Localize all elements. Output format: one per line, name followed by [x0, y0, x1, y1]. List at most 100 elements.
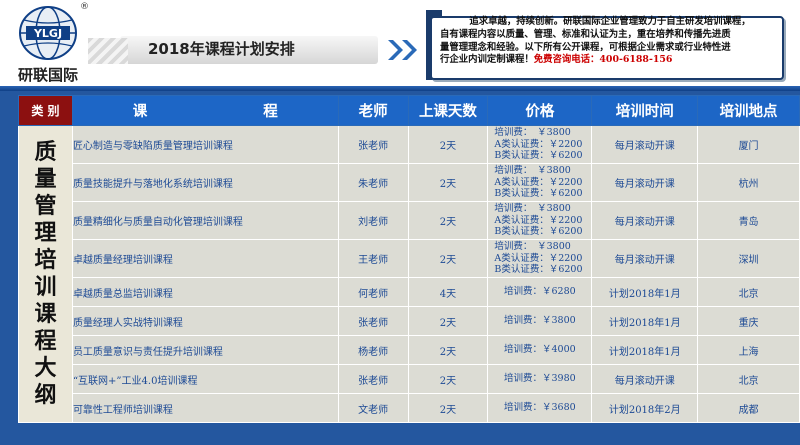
training-time: 每月滚动开课 — [591, 239, 699, 278]
course-name: 卓越质量总监培训课程 — [71, 277, 339, 307]
category-cell: 质量管理培训课程大纲 — [18, 125, 73, 423]
training-place: 上海 — [697, 335, 800, 365]
training-place: 厦门 — [697, 125, 800, 164]
notice-line: 量管理理念和经验。以下所有公开课程，可根据企业需求或行业特性进 — [440, 41, 731, 53]
price-line: 培训费：￥3800 — [504, 315, 576, 327]
teacher: 何老师 — [337, 277, 409, 307]
brand-name: 研联国际 — [18, 66, 79, 84]
price-line: 培训费：￥3980 — [504, 373, 576, 385]
training-place: 北京 — [697, 277, 800, 307]
training-place: 成都 — [697, 393, 800, 423]
price-line: 培训费： ￥3800 — [494, 203, 571, 215]
table-row: 质量管理培训课程大纲 匠心制造与零缺陷质量管理培训课程 张老师 2天 培训费： ￥380… — [18, 125, 800, 423]
logo-letters: YLGJ — [33, 27, 62, 40]
teacher: 张老师 — [337, 306, 409, 336]
header-place: 培训地点 — [697, 95, 800, 126]
price-line: 培训费： ￥3800 — [494, 127, 571, 139]
table-row: 员工质量意识与责任提升培训课程 杨老师 2天 培训费：￥4000 计划2018年1月 上海 — [19, 335, 800, 365]
course-name: 可靠性工程师培训课程 — [71, 393, 339, 423]
title-stripe-decoration — [88, 38, 128, 64]
training-time: 计划2018年1月 — [591, 335, 699, 365]
training-time: 计划2018年1月 — [591, 277, 699, 307]
training-place: 北京 — [697, 364, 800, 394]
days: 2天 — [407, 335, 489, 365]
training-time: 每月滚动开课 — [591, 201, 699, 240]
price-line: 培训费： ￥3800 — [494, 165, 571, 177]
header-teacher: 老师 — [337, 95, 409, 126]
teacher: 刘老师 — [337, 201, 409, 240]
price-line: A类认证费：￥2200 — [494, 252, 583, 264]
price-cell: 培训费：￥6280 — [487, 277, 593, 307]
training-place: 重庆 — [697, 306, 800, 336]
price-cell: 培训费： ￥3800 A类认证费：￥2200 B类认证费：￥6200 — [487, 125, 593, 164]
price-line: B类认证费：￥6200 — [494, 150, 583, 162]
page-title: 2018年课程计划安排 — [148, 40, 295, 58]
course-schedule-table: 类 别 课 程 老师 上课天数 价格 培训时间 培训地点 质量管理培训课程大纲匠… — [18, 95, 800, 423]
table-row: 卓越质量总监培训课程 何老师 4天 培训费：￥6280 计划2018年1月 北京 — [19, 277, 800, 307]
course-name: 员工质量意识与责任提升培训课程 — [71, 335, 339, 365]
table-header-row: 类 别 课 程 老师 上课天数 价格 培训时间 培训地点 — [18, 95, 800, 126]
registered-mark: ® — [80, 2, 89, 12]
notice-line-end: 行企业内训定制课程！ — [440, 54, 534, 66]
price-cell: 培训费：￥3800 — [487, 306, 593, 336]
table-row: 质量经理人实战特训课程 张老师 2天 培训费：￥3800 计划2018年1月 重庆 — [19, 306, 800, 336]
double-chevron-icon — [388, 40, 417, 60]
training-place: 深圳 — [697, 239, 800, 278]
course-name: 质量技能提升与落地化系统培训课程 — [71, 163, 339, 202]
days: 2天 — [407, 125, 489, 164]
notice-text: 追求卓越，持续创新。研联国际企业管理致力于自主研发培训课程， 自有课程内容以质量… — [440, 16, 780, 67]
price-line: A类认证费：￥2200 — [494, 138, 583, 150]
notice-line: 自有课程内容以质量、管理、标准和认证为主，重在培养和传播先进质 — [440, 28, 731, 40]
training-place: 青岛 — [697, 201, 800, 240]
page-header: YLGJ ® 研联国际 2018年课程计划安排 追求卓越，持续创新。研联国际企业… — [0, 0, 800, 91]
price-line: 培训费：￥4000 — [504, 344, 576, 356]
schedule-panel: 类 别 课 程 老师 上课天数 价格 培训时间 培训地点 质量管理培训课程大纲匠… — [0, 91, 800, 445]
header-course: 课 程 — [71, 95, 339, 126]
price-line: B类认证费：￥6200 — [494, 264, 583, 276]
table-row: 质量技能提升与落地化系统培训课程 朱老师 2天 培训费： ￥3800 A类认证费：￥22… — [19, 163, 800, 202]
days: 2天 — [407, 201, 489, 240]
training-time: 每月滚动开课 — [591, 125, 699, 164]
price-cell: 培训费：￥3680 — [487, 393, 593, 423]
training-time: 每月滚动开课 — [591, 364, 699, 394]
teacher: 张老师 — [337, 364, 409, 394]
table-row: “互联网+”工业4.0培训课程 张老师 2天 培训费：￥3980 每月滚动开课 北京 — [19, 364, 800, 394]
teacher: 文老师 — [337, 393, 409, 423]
course-name: 卓越质量经理培训课程 — [71, 239, 339, 278]
course-name: 质量经理人实战特训课程 — [71, 306, 339, 336]
teacher: 朱老师 — [337, 163, 409, 202]
table-row: 质量精细化与质量自动化管理培训课程 刘老师 2天 培训费： ￥3800 A类认证费：￥2… — [19, 201, 800, 240]
training-time: 计划2018年1月 — [591, 306, 699, 336]
price-line: B类认证费：￥6200 — [494, 188, 583, 200]
price-line: B类认证费：￥6200 — [494, 226, 583, 238]
table-row: 卓越质量经理培训课程 王老师 2天 培训费： ￥3800 A类认证费：￥2200 B类认证… — [19, 239, 800, 278]
price-cell: 培训费：￥4000 — [487, 335, 593, 365]
globe-icon: YLGJ — [19, 6, 77, 60]
course-name: 质量精细化与质量自动化管理培训课程 — [71, 201, 339, 240]
notice-line: 追求卓越，持续创新。研联国际企业管理致力于自主研发培训课程， — [469, 16, 751, 27]
teacher: 王老师 — [337, 239, 409, 278]
header-category: 类 别 — [18, 95, 73, 126]
notice-line: 行企业内训定制课程！免费咨询电话：400-6188-156 — [440, 54, 780, 67]
price-line: A类认证费：￥2200 — [494, 176, 583, 188]
header-time: 培训时间 — [591, 95, 699, 126]
price-cell: 培训费： ￥3800 A类认证费：￥2200 B类认证费：￥6200 — [487, 201, 593, 240]
price-line: 培训费：￥6280 — [504, 286, 576, 298]
phone-number: 免费咨询电话：400-6188-156 — [533, 54, 673, 66]
price-line: A类认证费：￥2200 — [494, 214, 583, 226]
days: 2天 — [407, 163, 489, 202]
days: 2天 — [407, 239, 489, 278]
price-cell: 培训费： ￥3800 A类认证费：￥2200 B类认证费：￥6200 — [487, 163, 593, 202]
days: 2天 — [407, 364, 489, 394]
price-line: 培训费： ￥3800 — [494, 241, 571, 253]
header-price: 价格 — [487, 95, 593, 126]
category-label: 质量管理培训课程大纲 — [34, 140, 57, 408]
teacher: 杨老师 — [337, 335, 409, 365]
days: 2天 — [407, 306, 489, 336]
course-name: “互联网+”工业4.0培训课程 — [71, 364, 339, 394]
table-row: 可靠性工程师培训课程 文老师 2天 培训费：￥3680 计划2018年2月 成都 — [19, 393, 800, 423]
price-cell: 培训费： ￥3800 A类认证费：￥2200 B类认证费：￥6200 — [487, 239, 593, 278]
header-days: 上课天数 — [407, 95, 489, 126]
course-name: 匠心制造与零缺陷质量管理培训课程 — [71, 125, 339, 164]
company-logo: YLGJ — [18, 6, 78, 60]
